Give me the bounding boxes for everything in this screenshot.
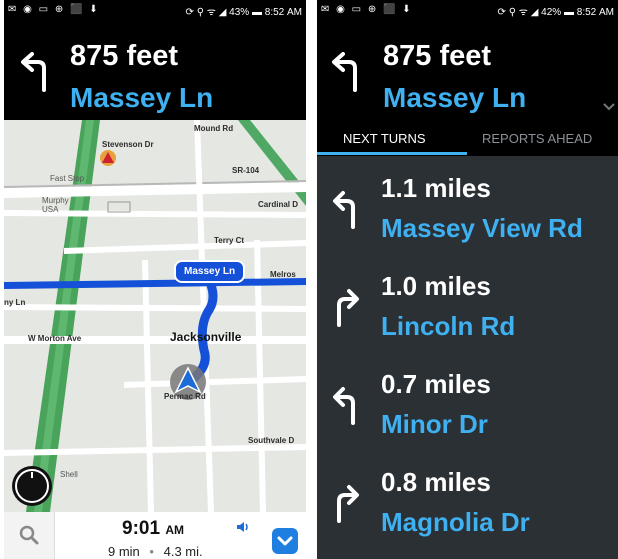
status-bar: ✉ ◉ ▭ ⊕ ⬛ ⬇ ⟳ ⚲ ᯤ ◢ 42% ▬ 8:52 AM (317, 0, 618, 20)
search-button[interactable] (4, 512, 55, 559)
tab-reports-ahead[interactable]: REPORTS AHEAD (482, 131, 592, 146)
instruction-banner[interactable]: 875 feet Massey Ln (4, 20, 306, 120)
trip-duration: 9 min (108, 544, 140, 559)
trip-summary-bar[interactable]: 9:01 AM 9 min • 4.3 mi. (4, 512, 306, 559)
status-right: ⟳ ⚲ ᯤ ◢ 43% ▬ 8:52 AM (185, 7, 302, 18)
turn-distance: 1.0 miles (381, 271, 491, 301)
turn-right-icon (337, 485, 359, 523)
notification-icons: ✉ ◉ ▭ ⊕ ⬛ ⬇ (8, 4, 100, 15)
road-label: Cardinal D (258, 200, 299, 209)
trip-info: 9 min • 4.3 mi. (108, 544, 203, 559)
turn-list-item[interactable]: 1.1 miles Massey View Rd (317, 159, 618, 258)
turn-street: Minor Dr (381, 409, 488, 439)
route-callout[interactable]: Massey Ln (174, 260, 246, 283)
tab-bar: NEXT TURNS REPORTS AHEAD (317, 120, 618, 156)
turn-street: Massey Ln (70, 82, 214, 113)
turn-street: Lincoln Rd (381, 311, 516, 341)
chevron-down-icon (277, 536, 293, 546)
status-bar: ✉ ◉ ▭ ⊕ ⬛ ⬇ ⟳ ⚲ ᯤ ◢ 43% ▬ 8:52 AM (4, 0, 306, 20)
road-label: Mound Rd (194, 124, 234, 133)
sound-icon[interactable] (236, 520, 250, 532)
road-label: SR-104 (232, 166, 260, 175)
turn-street: Magnolia Dr (381, 507, 530, 537)
tab-next-turns[interactable]: NEXT TURNS (343, 131, 426, 146)
turn-right-icon (337, 289, 359, 327)
road-label: Terry Ct (214, 236, 245, 245)
turn-left-icon (333, 387, 355, 425)
eta-ampm: AM (165, 523, 184, 537)
road-label: Southvale D (248, 436, 295, 445)
turn-left-icon (333, 191, 355, 229)
turn-list-item[interactable]: 0.8 miles Magnolia Dr (317, 453, 618, 551)
status-right: ⟳ ⚲ ᯤ ◢ 42% ▬ 8:52 AM (497, 7, 614, 18)
instruction-banner[interactable]: 875 feet Massey Ln (317, 20, 618, 120)
eta-time: 9:01 AM (122, 518, 184, 540)
turn-street: Massey View Rd (381, 213, 583, 243)
city-label: Jacksonville (170, 330, 242, 344)
map-view[interactable]: Mound Rd Stevenson Dr SR-104 Fast Stop M… (4, 120, 306, 512)
turn-distance: 875 feet (383, 40, 492, 72)
turn-left-icon (332, 52, 357, 92)
poi-label: Murphy USA (42, 196, 69, 214)
road-label: W Morton Ave (28, 334, 82, 343)
search-icon (19, 525, 39, 545)
chevron-down-icon[interactable] (602, 102, 616, 112)
turns-screen: ✉ ◉ ▭ ⊕ ⬛ ⬇ ⟳ ⚲ ᯤ ◢ 42% ▬ 8:52 AM 875 fe… (317, 0, 618, 559)
map-screen: ✉ ◉ ▭ ⊕ ⬛ ⬇ ⟳ ⚲ ᯤ ◢ 43% ▬ 8:52 AM 875 fe… (4, 0, 306, 559)
trip-separator: • (149, 544, 154, 559)
turn-list-item[interactable]: 0.7 miles Minor Dr (317, 355, 618, 454)
turn-list-item[interactable]: 1.0 miles Lincoln Rd (317, 257, 618, 356)
road-label: Melros (270, 270, 296, 279)
hazard-icon[interactable] (100, 150, 116, 166)
road-label: Stevenson Dr (102, 140, 154, 149)
turn-distance: 0.7 miles (381, 369, 491, 399)
turn-distance: 875 feet (70, 40, 179, 72)
poi-label: Shell (60, 470, 78, 479)
turn-street: Massey Ln (383, 82, 527, 113)
active-tab-indicator (317, 152, 467, 155)
turn-left-icon (21, 52, 46, 92)
location-arrow-icon (170, 364, 206, 400)
compass-icon[interactable] (12, 466, 52, 506)
route-callout-label: Massey Ln (184, 266, 236, 277)
expand-button[interactable] (272, 528, 298, 554)
road-label: ny Ln (4, 298, 26, 307)
turn-distance: 1.1 miles (381, 173, 491, 203)
notification-icons: ✉ ◉ ▭ ⊕ ⬛ ⬇ (321, 4, 413, 15)
turn-distance: 0.8 miles (381, 467, 491, 497)
eta-clock: 9:01 (122, 518, 161, 539)
poi-label: Fast Stop (50, 174, 85, 183)
trip-distance: 4.3 mi. (163, 544, 203, 559)
